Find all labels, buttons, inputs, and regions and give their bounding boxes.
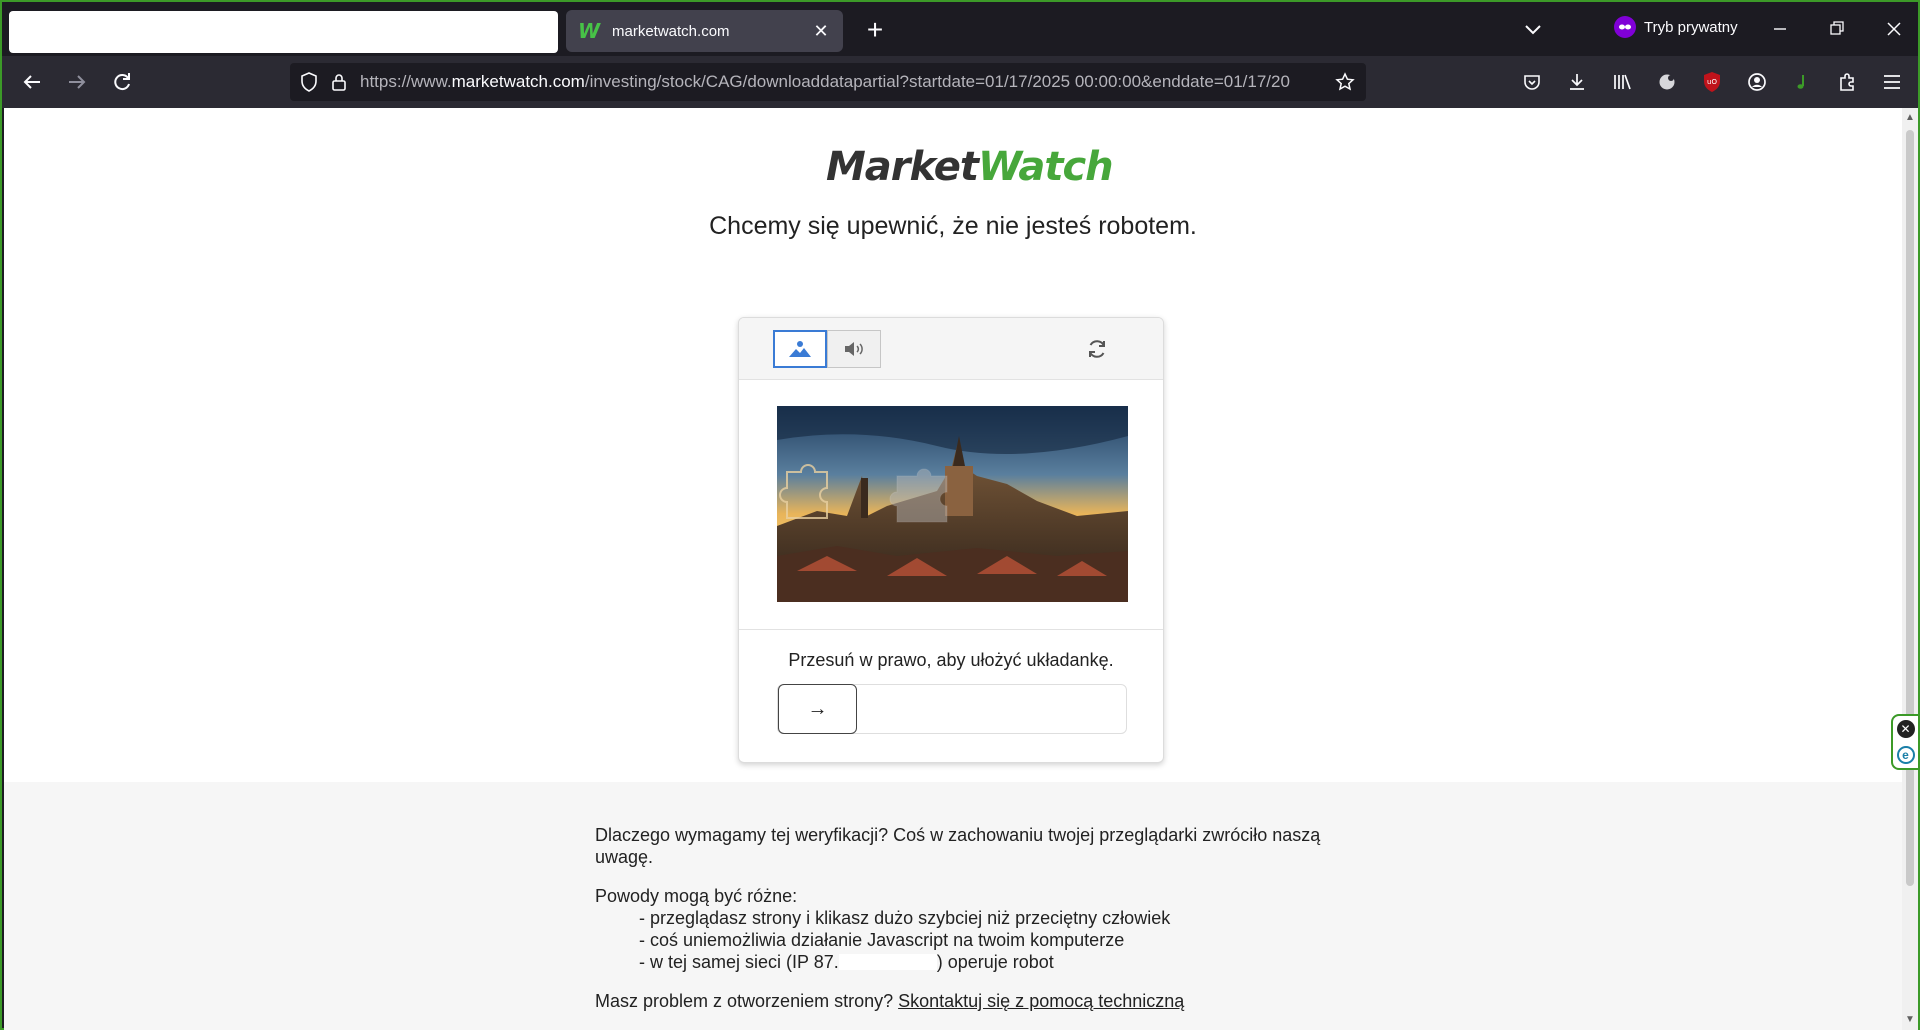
cookie-icon [1659,74,1675,90]
scroll-down-icon[interactable]: ▼ [1902,1012,1918,1028]
chevron-down-icon [1525,25,1541,35]
page-scrollbar[interactable]: ▲ ▼ [1902,108,1918,1030]
close-window-button[interactable] [1874,12,1914,46]
bookmark-star-icon[interactable] [1330,67,1360,97]
captcha-instruction: Przesuń w prawo, aby ułożyć układankę. [788,650,1114,670]
extensions-button[interactable] [1833,68,1861,96]
reasons-list: - przeglądasz strony i klikasz dużo szyb… [595,907,1325,973]
pocket-button[interactable] [1518,68,1546,96]
audio-captcha-button[interactable] [827,330,881,368]
app-menu-button[interactable] [1878,68,1906,96]
restore-button[interactable] [1817,12,1857,46]
ublock-origin-button[interactable]: uO [1698,68,1726,96]
reasons-title: Powody mogą być różne: [595,886,798,906]
tab-title: marketwatch.com [612,22,730,40]
navigation-bar: https://www.marketwatch.com/investing/st… [2,56,1918,108]
e-circle-icon[interactable]: e [1896,746,1915,764]
arrow-right-icon: → [807,697,828,720]
private-browsing-label: Tryb prywatny [1644,18,1738,36]
back-button[interactable] [16,66,48,98]
url-text[interactable]: https://www.marketwatch.com/investing/st… [360,72,1330,92]
downloads-button[interactable] [1563,68,1591,96]
arrow-right-icon [69,75,86,89]
lock-icon[interactable] [324,67,354,97]
mountain-image-icon [789,341,811,357]
reason-item: - w tej samej sieci (IP 87.) operuje rob… [639,952,1054,972]
account-icon [1748,73,1766,91]
marketwatch-logo: MarketWatch [826,144,1114,190]
tracking-protection-shield-icon[interactable] [294,67,324,97]
verification-info-section: Dlaczego wymagamy tej weryfikacji? Coś w… [4,782,1902,1030]
extension-music-button[interactable] [1788,68,1816,96]
account-button[interactable] [1743,68,1771,96]
close-icon [1887,22,1901,36]
page-content: MarketWatch Chcemy się upewnić, że nie j… [4,108,1902,1030]
minimize-button[interactable] [1760,12,1800,46]
redacted-area [9,11,558,53]
library-button[interactable] [1608,68,1636,96]
scroll-up-icon[interactable]: ▲ [1902,110,1918,126]
image-captcha-button[interactable] [773,330,827,368]
new-tab-button[interactable]: + [858,14,892,48]
download-icon [1570,74,1584,90]
tab-strip: W marketwatch.com ✕ + Tryb prywatny [2,2,1918,56]
restore-icon [1830,21,1844,35]
puzzle-piece-icon [1840,73,1854,91]
reason-item: - przeglądasz strony i klikasz dużo szyb… [639,908,1171,928]
captcha-slider-track[interactable]: → [777,684,1127,734]
side-extension-widget: ✕ e [1891,714,1918,770]
private-mask-icon [1614,16,1636,38]
url-bar[interactable]: https://www.marketwatch.com/investing/st… [290,63,1366,101]
captcha-refresh-button[interactable] [1083,335,1111,363]
problem-text: Masz problem z otworzeniem strony? [595,991,894,1011]
speaker-icon [845,342,863,356]
marketwatch-favicon-icon: W [578,19,601,43]
ublock-shield-icon: uO [1704,72,1720,92]
svg-text:uO: uO [1707,78,1717,86]
browser-window: W marketwatch.com ✕ + Tryb prywatny http… [0,0,1920,1030]
problem-line: Masz problem z otworzeniem strony? Skont… [595,990,1325,1012]
private-browsing-indicator: Tryb prywatny [1614,16,1738,38]
verification-reason-text: Dlaczego wymagamy tej weryfikacji? Coś w… [595,825,1321,867]
arrow-left-icon [23,75,40,89]
reload-button[interactable] [106,66,138,98]
reason-item: - coś uniemożliwia działanie Javascript … [639,930,1125,950]
close-circle-icon[interactable]: ✕ [1896,720,1915,738]
pocket-icon [1524,75,1540,90]
captcha-slider-handle[interactable]: → [778,684,857,734]
extension-cookie-button[interactable] [1653,68,1681,96]
scrollbar-thumb[interactable] [1906,130,1914,886]
contact-support-link[interactable]: Skontaktuj się z pomocą techniczną [898,991,1184,1011]
music-note-icon [1797,75,1804,89]
captcha-widget: Przesuń w prawo, aby ułożyć układankę. → [738,317,1164,763]
page-headline: Chcemy się upewnić, że nie jesteś robote… [709,212,1197,240]
captcha-header [739,318,1163,380]
tab-marketwatch[interactable]: W marketwatch.com ✕ [566,10,843,52]
captcha-divider [739,629,1163,630]
library-icon [1614,74,1631,90]
minimize-icon [1774,28,1786,30]
reload-icon [114,73,130,91]
forward-button[interactable] [61,66,93,98]
refresh-icon [1089,340,1105,358]
captcha-puzzle-image [777,406,1128,602]
list-all-tabs-button[interactable] [1517,14,1549,46]
ip-redaction [838,954,937,970]
hamburger-menu-icon [1884,75,1900,89]
close-tab-icon[interactable]: ✕ [811,21,831,42]
